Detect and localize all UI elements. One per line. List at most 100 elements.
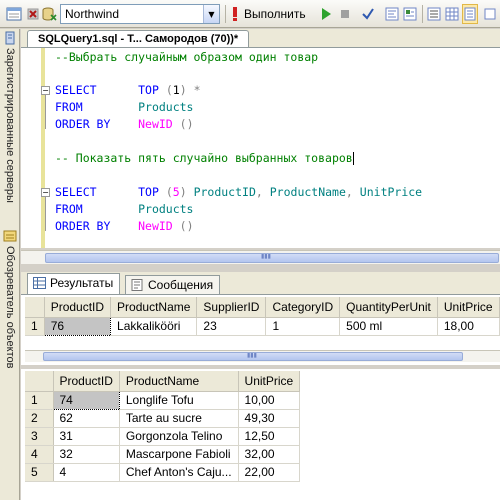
results-grid-2[interactable]: ProductID ProductName UnitPrice 1 74 Longl… (25, 371, 301, 482)
column-name: ProductID (193, 185, 256, 199)
row-number[interactable]: 4 (25, 445, 54, 464)
table-cell[interactable]: 1 (265, 317, 341, 336)
fold-toggle-query-2[interactable]: − (41, 188, 50, 197)
chevron-down-icon[interactable]: ▼ (203, 5, 219, 23)
table-cell[interactable]: 12,50 (238, 427, 301, 446)
paren: ) (179, 185, 187, 199)
code-line-select-2: SELECT TOP (5) ProductID, ProductName, U… (55, 184, 422, 201)
row-number[interactable]: 1 (25, 391, 54, 410)
table-row[interactable]: 2 62 Tarte au sucre 49,30 (25, 409, 301, 428)
table-cell[interactable]: 500 ml (339, 317, 438, 336)
debug-button[interactable] (318, 4, 334, 24)
table-cell[interactable]: Longlife Tofu (119, 391, 239, 410)
column-header[interactable]: ProductID (44, 297, 112, 318)
results-pane-button[interactable] (4, 4, 24, 24)
table-cell[interactable]: Tarte au sucre (119, 409, 239, 428)
row-number[interactable]: 2 (25, 409, 54, 428)
results-to-grid-button[interactable] (444, 4, 460, 24)
table-cell[interactable]: 49,30 (238, 409, 301, 428)
table-row[interactable]: 3 31 Gorgonzola Telino 12,50 (25, 427, 301, 446)
editor-horizontal-scrollbar[interactable]: ▮▮▮ (21, 250, 500, 264)
display-plan-button[interactable] (384, 4, 400, 24)
results-pane-icon (6, 7, 22, 21)
execute-button[interactable]: Выполнить (230, 4, 316, 24)
column-header[interactable]: ProductID (53, 371, 120, 392)
table-cell[interactable]: 31 (53, 427, 120, 446)
fold-toggle-query-1[interactable]: − (41, 86, 50, 95)
query-editor[interactable]: --Выбрать случайным образом один товар −… (21, 47, 500, 248)
grip-icon: ▮▮▮ (247, 352, 257, 359)
table-cell[interactable]: 23 (196, 317, 267, 336)
results-grid-1[interactable]: ProductID ProductName SupplierID Categor… (25, 297, 500, 336)
toolbar-more-icon (484, 8, 496, 20)
toolbar-separator (422, 5, 423, 23)
table-cell[interactable]: Chef Anton's Caju... (119, 463, 239, 482)
table-row[interactable]: 4 32 Mascarpone Fabioli 32,00 (25, 445, 301, 464)
tab-registered-servers[interactable]: Зарегистрированные серверы (1, 31, 19, 203)
include-plan-button[interactable] (462, 4, 478, 24)
column-header[interactable]: SupplierID (196, 297, 267, 318)
execute-icon (233, 7, 237, 21)
table-cell[interactable]: 4 (53, 463, 120, 482)
server-icon (5, 31, 15, 45)
table-cell[interactable]: 62 (53, 409, 120, 428)
table-row[interactable]: 1 74 Longlife Tofu 10,00 (25, 390, 301, 410)
table-cell[interactable]: 74 (52, 390, 120, 410)
table-cell[interactable]: 18,00 (437, 317, 500, 336)
table-cell[interactable]: 32 (53, 445, 120, 464)
toolbar-more-button[interactable] (482, 4, 498, 24)
row-number[interactable]: 1 (25, 317, 45, 336)
grid-horizontal-scrollbar[interactable]: ▮▮▮ (25, 350, 500, 362)
table-cell[interactable]: Mascarpone Fabioli (119, 445, 239, 464)
tab-results-label: Результаты (50, 276, 114, 290)
stop-square-icon (341, 10, 349, 18)
parens: () (179, 117, 194, 131)
registered-servers-label: Зарегистрированные серверы (4, 48, 16, 203)
column-header[interactable]: CategoryID (265, 297, 341, 318)
function-newid: NewID (138, 219, 173, 233)
table-cell[interactable]: 22,00 (238, 463, 301, 482)
table-name: Products (138, 100, 194, 114)
table-cell[interactable]: 32,00 (238, 445, 301, 464)
code-line-order-1: ORDER BY NewID () (55, 116, 194, 133)
table-cell[interactable]: 76 (43, 316, 112, 336)
function-newid: NewID (138, 117, 173, 131)
parse-button[interactable] (360, 4, 376, 24)
column-header[interactable]: UnitPrice (437, 297, 500, 318)
table-cell[interactable]: 10,00 (238, 391, 301, 410)
column-header[interactable]: ProductName (119, 371, 239, 392)
tab-object-explorer[interactable]: Обозреватель объектов (1, 229, 19, 368)
row-number[interactable]: 3 (25, 427, 54, 446)
results-tab-strip: Результаты Сообщения (21, 272, 500, 294)
grid-corner[interactable] (25, 371, 54, 392)
table-row[interactable]: 1 76 Lakkalikööri 23 1 500 ml 18,00 5 (25, 316, 500, 336)
table-cell[interactable]: Lakkalikööri (110, 317, 198, 336)
comma: , (255, 185, 263, 199)
results-to-text-button[interactable] (402, 4, 418, 24)
tab-sqlquery1[interactable]: SQLQuery1.sql - T... Самородов (70))* (27, 30, 250, 47)
grid-splitter[interactable] (21, 365, 500, 369)
results-to-file-button[interactable] (426, 4, 442, 24)
change-connection-button[interactable] (40, 4, 58, 24)
tab-results[interactable]: Результаты (27, 273, 121, 294)
grid-corner[interactable] (25, 297, 45, 318)
messages-icon (131, 279, 143, 291)
table-cell[interactable]: Gorgonzola Telino (119, 427, 239, 446)
column-header[interactable]: UnitPrice (238, 371, 301, 392)
cancel-query-button[interactable] (26, 4, 40, 24)
row-number[interactable]: 5 (25, 463, 54, 482)
column-name: ProductName (269, 185, 346, 199)
database-dropdown[interactable]: Northwind ▼ (60, 4, 220, 24)
parens: () (179, 219, 194, 233)
scrollbar-thumb[interactable] (45, 253, 499, 263)
top-value: 1 (172, 83, 180, 97)
table-row[interactable]: 5 4 Chef Anton's Caju... 22,00 (25, 463, 301, 482)
column-header[interactable]: QuantityPerUnit (339, 297, 438, 318)
grip-icon: ▮▮▮ (261, 253, 271, 260)
column-name: UnitPrice (359, 185, 423, 199)
paren: ( (165, 83, 173, 97)
tab-messages[interactable]: Сообщения (125, 275, 221, 294)
stop-button[interactable] (338, 4, 352, 24)
comment-line-1: --Выбрать случайным образом один товар (55, 50, 319, 64)
column-header[interactable]: ProductName (110, 297, 198, 318)
